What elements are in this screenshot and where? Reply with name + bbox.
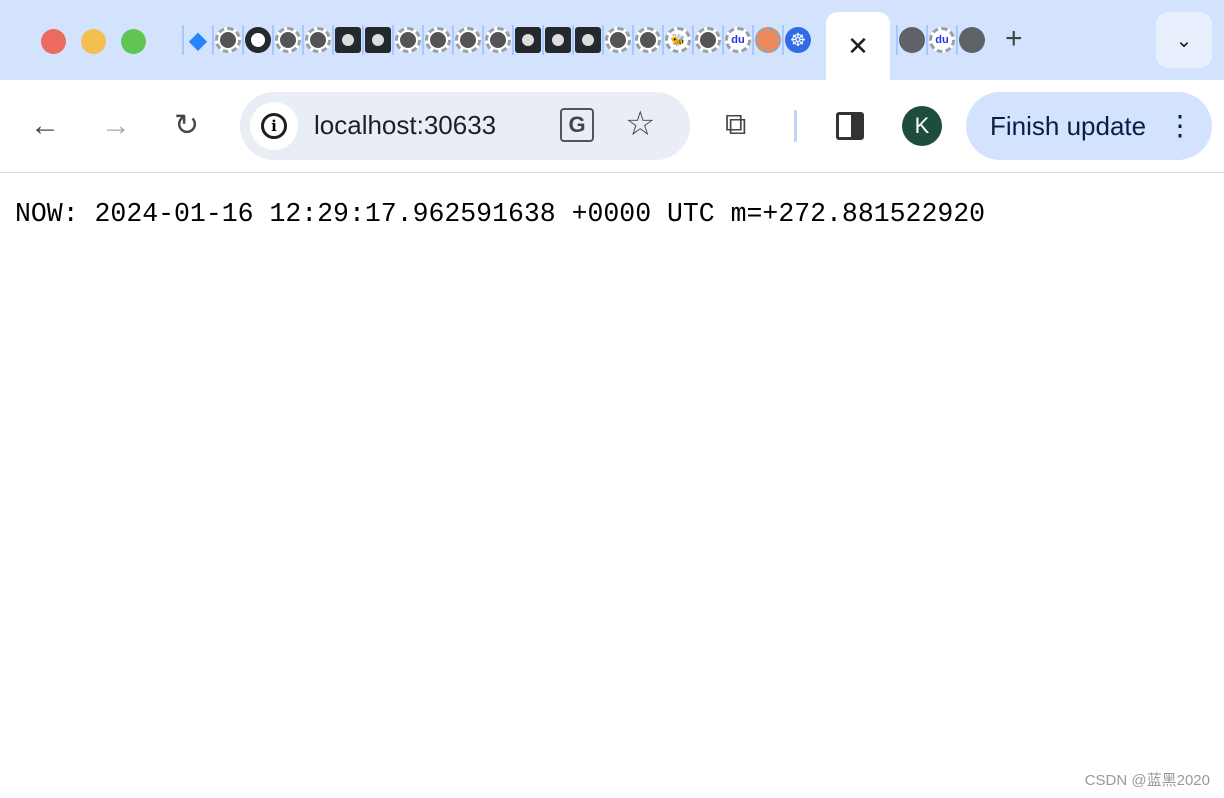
tab-orange-hex[interactable] xyxy=(752,25,782,55)
baidu-icon: du xyxy=(929,27,955,53)
active-tab[interactable]: ✕ xyxy=(826,12,890,80)
tab-github-large[interactable] xyxy=(242,25,272,55)
address-bar[interactable]: i localhost:30633 G ☆ xyxy=(240,92,690,160)
back-button[interactable]: ← xyxy=(30,110,60,142)
tab-github[interactable] xyxy=(302,25,332,55)
bee-icon: 🐝 xyxy=(665,27,691,53)
github-icon xyxy=(305,27,331,53)
avatar[interactable]: K xyxy=(902,106,942,146)
tab-github[interactable] xyxy=(392,25,422,55)
tab-github[interactable] xyxy=(452,25,482,55)
jira-icon: ◆ xyxy=(188,26,208,54)
github-icon xyxy=(485,27,511,53)
page-text: NOW: 2024-01-16 12:29:17.962591638 +0000… xyxy=(15,199,986,229)
translate-icon[interactable]: G xyxy=(560,108,594,142)
tab-search-button[interactable]: ⌄ xyxy=(1156,12,1212,68)
tab-baidu[interactable]: du xyxy=(926,25,956,55)
github-dark-icon xyxy=(335,27,361,53)
tab-github[interactable] xyxy=(422,25,452,55)
tab-github-dark[interactable] xyxy=(542,25,572,55)
github-icon xyxy=(695,27,721,53)
url-text[interactable]: localhost:30633 xyxy=(314,110,496,141)
tab-bee[interactable]: 🐝 xyxy=(662,25,692,55)
github-icon xyxy=(635,27,661,53)
github-dark-icon xyxy=(545,27,571,53)
baidu-icon: du xyxy=(725,27,751,53)
globe-icon xyxy=(899,27,925,53)
github-dark-icon xyxy=(575,27,601,53)
tab-baidu[interactable]: du xyxy=(722,25,752,55)
orange-hex-icon xyxy=(755,27,781,53)
finish-update-button[interactable]: Finish update ⋮ xyxy=(966,92,1212,160)
tab-globe[interactable] xyxy=(956,25,986,55)
side-panel-icon[interactable] xyxy=(836,112,864,140)
github-dark-icon xyxy=(365,27,391,53)
toolbar: ← → ↻ i localhost:30633 G ☆ ⧉ K Finish u… xyxy=(0,80,1224,173)
minimize-window-button[interactable] xyxy=(81,29,106,54)
watermark: CSDN @蓝黑2020 xyxy=(1084,772,1210,789)
tab-kubernetes[interactable]: ☸ xyxy=(782,25,812,55)
tab-github-dark[interactable] xyxy=(332,25,362,55)
site-info-button[interactable]: i xyxy=(250,102,298,150)
github-icon xyxy=(605,27,631,53)
github-icon xyxy=(395,27,421,53)
tab-github[interactable] xyxy=(482,25,512,55)
maximize-window-button[interactable] xyxy=(121,29,146,54)
github-icon xyxy=(215,27,241,53)
extensions-puzzle-icon[interactable]: ⧉ xyxy=(725,108,746,142)
finish-update-label: Finish update xyxy=(990,110,1147,141)
chevron-down-icon: ⌄ xyxy=(1175,29,1193,52)
more-menu-icon[interactable]: ⋮ xyxy=(1166,110,1194,142)
tab-github[interactable] xyxy=(272,25,302,55)
tab-github[interactable] xyxy=(632,25,662,55)
tab-github-dark[interactable] xyxy=(572,25,602,55)
tab-github[interactable] xyxy=(602,25,632,55)
close-window-button[interactable] xyxy=(41,29,66,54)
tab-globe[interactable] xyxy=(896,25,926,55)
close-tab-icon[interactable]: ✕ xyxy=(847,31,869,62)
tab-github-dark[interactable] xyxy=(362,25,392,55)
tab-jira[interactable]: ◆ xyxy=(182,25,212,55)
divider xyxy=(794,110,797,142)
globe-icon xyxy=(959,27,985,53)
pinned-tabs: ◆ 🐝 du ☸ xyxy=(182,25,812,55)
info-icon: i xyxy=(261,113,287,139)
bookmark-star-icon[interactable]: ☆ xyxy=(625,104,655,144)
tab-github-dark[interactable] xyxy=(512,25,542,55)
github-large-icon xyxy=(245,27,271,53)
reload-button[interactable]: ↻ xyxy=(174,110,199,142)
tab-github[interactable] xyxy=(692,25,722,55)
github-icon xyxy=(455,27,481,53)
kubernetes-icon: ☸ xyxy=(785,27,811,53)
github-icon xyxy=(275,27,301,53)
trailing-tabs: du xyxy=(896,25,986,55)
github-icon xyxy=(425,27,451,53)
forward-button[interactable]: → xyxy=(101,110,131,142)
tab-strip: ◆ 🐝 du ☸ ✕ du + ⌄ xyxy=(0,0,1224,80)
tab-github[interactable] xyxy=(212,25,242,55)
new-tab-button[interactable]: + xyxy=(1005,22,1023,56)
github-dark-icon xyxy=(515,27,541,53)
